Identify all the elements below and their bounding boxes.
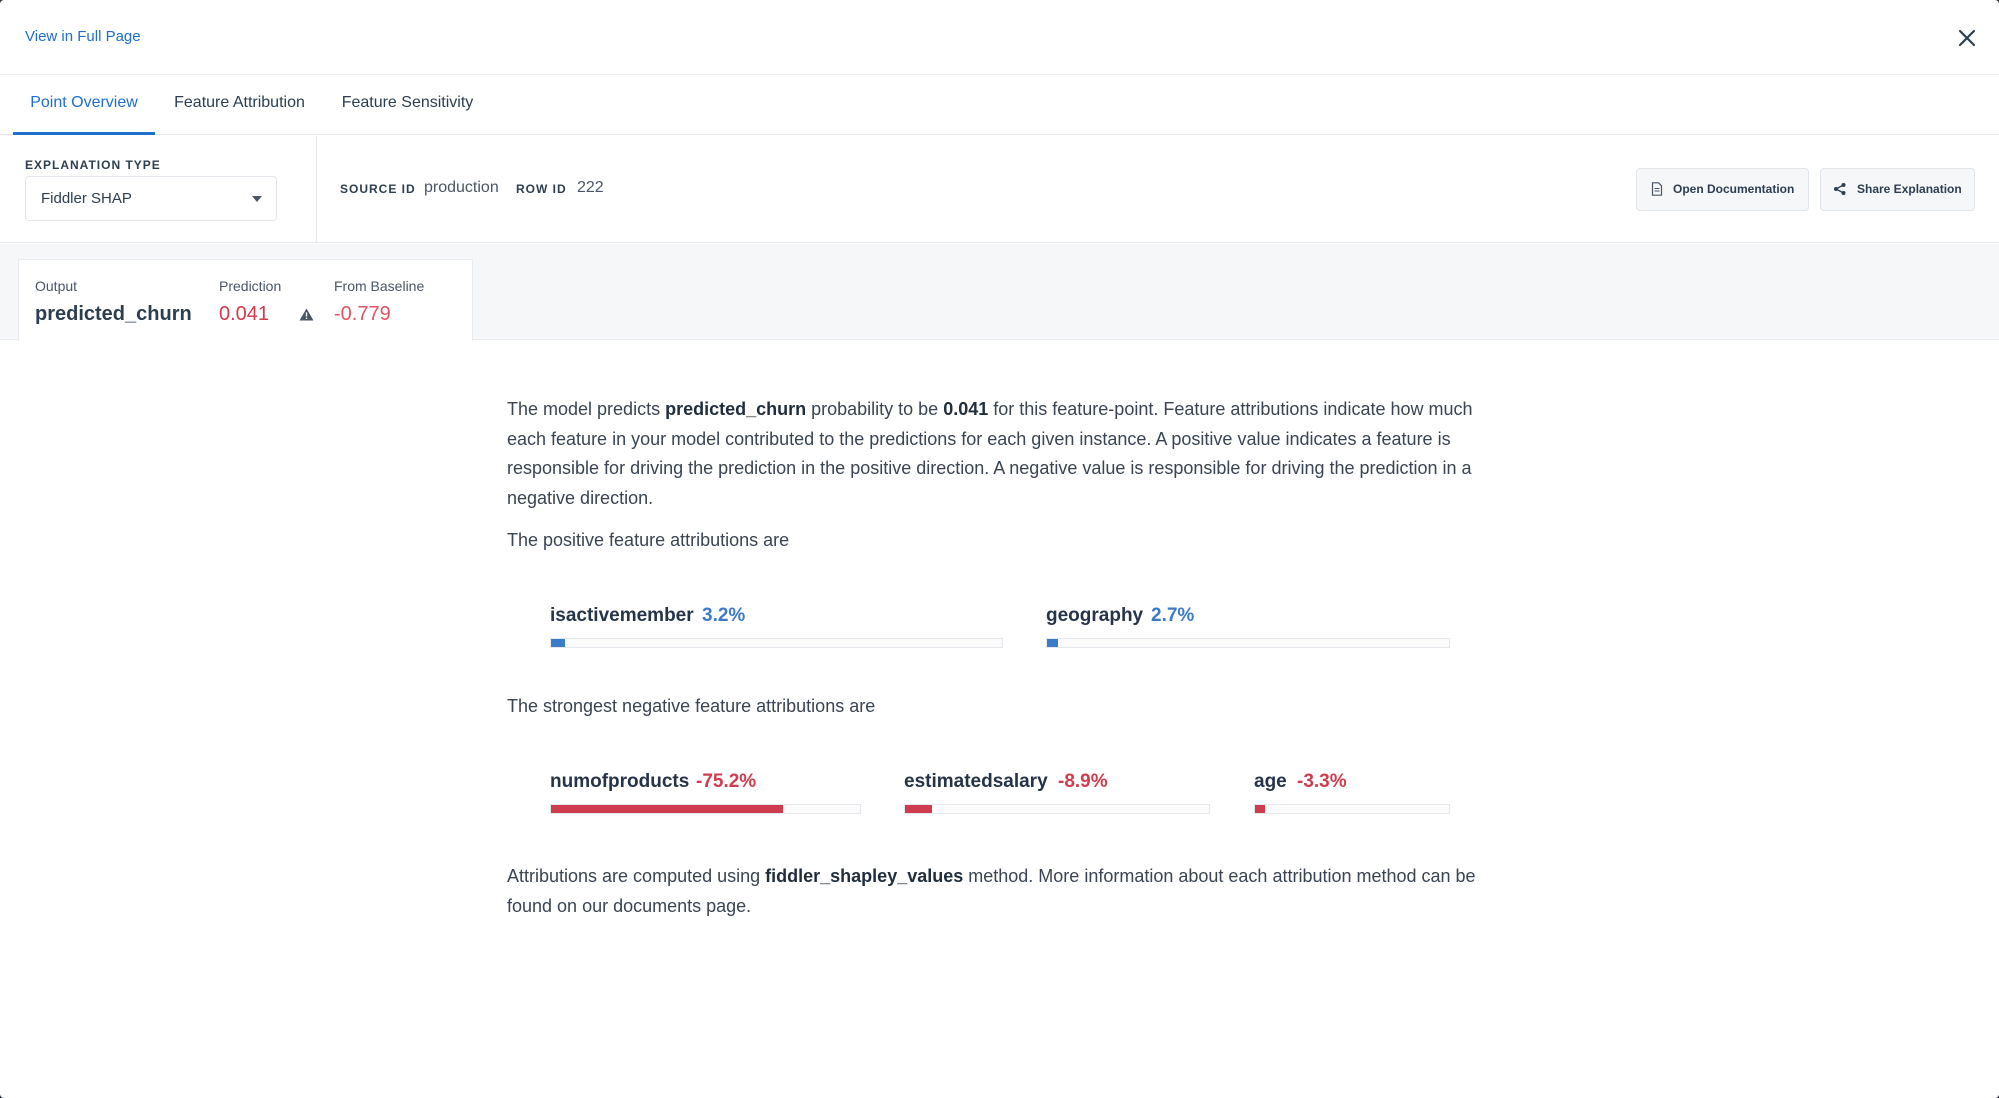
share-explanation-button[interactable]: Share Explanation xyxy=(1820,168,1975,211)
tab-feature-sensitivity[interactable]: Feature Sensitivity xyxy=(330,76,485,135)
footer-prefix: Attributions are computed using xyxy=(507,866,766,886)
prediction-summary-strip: Output predicted_churn Prediction 0.041 … xyxy=(0,244,1999,341)
from-baseline-value: -0.779 xyxy=(334,303,391,325)
output-label: Output xyxy=(35,278,78,294)
intro-mid: probability to be xyxy=(806,399,944,419)
attribution-value: 2.7% xyxy=(1151,605,1195,626)
prediction-summary-card: Output predicted_churn Prediction 0.041 … xyxy=(18,259,473,341)
caret-down-icon xyxy=(252,196,262,202)
close-button[interactable] xyxy=(1955,26,1979,50)
attribution-feature-name: estimatedsalary xyxy=(904,771,1048,792)
prediction-label: Prediction xyxy=(219,278,282,294)
explanation-controls: EXPLANATION TYPE Fiddler SHAP SOURCE ID … xyxy=(0,136,1999,243)
attribution-bar-track xyxy=(550,638,1003,648)
source-id-label: SOURCE ID xyxy=(340,182,416,196)
tab-bar: Point Overview Feature Attribution Featu… xyxy=(0,76,1999,135)
attribution-bar-track xyxy=(1046,638,1450,648)
tab-point-overview[interactable]: Point Overview xyxy=(13,76,155,135)
attribution-bar-track xyxy=(904,804,1210,814)
attribution-method-name: fiddler_shapley_values xyxy=(765,866,964,886)
document-icon xyxy=(1651,182,1663,196)
intro-line-4: negative direction. xyxy=(507,487,654,508)
attribution-feature-name: isactivemember xyxy=(550,605,694,626)
source-id-value: production xyxy=(424,179,499,196)
attribution-bar-track xyxy=(550,804,861,814)
explanation-type-select[interactable]: Fiddler SHAP xyxy=(25,176,277,221)
attribution-bar-track xyxy=(1254,804,1450,814)
intro-line-2: each feature in your model contributed t… xyxy=(507,428,1451,449)
modal-header: View in Full Page xyxy=(0,0,1999,75)
intro-suffix: for this feature-point. Feature attribut… xyxy=(988,399,1473,419)
attribution-value: -75.2% xyxy=(696,771,757,792)
row-id-label: ROW ID xyxy=(516,182,567,196)
tab-feature-attribution[interactable]: Feature Attribution xyxy=(162,76,317,135)
explanation-paragraph: The model predicts predicted_churn proba… xyxy=(507,395,1507,513)
attribution-bar-fill xyxy=(551,639,565,647)
attribution-bar-fill xyxy=(1255,805,1265,813)
open-documentation-button[interactable]: Open Documentation xyxy=(1636,168,1809,211)
share-explanation-label: Share Explanation xyxy=(1857,182,1962,196)
intro-prefix: The model predicts xyxy=(507,399,666,419)
attribution-feature-name: numofproducts xyxy=(550,771,690,792)
attribution-value: -3.3% xyxy=(1297,771,1347,792)
controls-divider xyxy=(316,136,317,243)
view-full-page-link[interactable]: View in Full Page xyxy=(25,28,141,45)
attribution-method-note: Attributions are computed using fiddler_… xyxy=(507,862,1476,921)
from-baseline-label: From Baseline xyxy=(334,278,425,294)
output-value: predicted_churn xyxy=(35,303,192,325)
attribution-bar-fill xyxy=(1047,639,1058,647)
prediction-value: 0.041 xyxy=(219,303,270,325)
explanation-type-value: Fiddler SHAP xyxy=(41,190,132,207)
attribution-value: 3.2% xyxy=(702,605,746,626)
intro-line-3: responsible for driving the prediction i… xyxy=(507,458,1472,478)
positive-attributions-title: The positive feature attributions are xyxy=(507,530,790,550)
negative-attributions-title: The strongest negative feature attributi… xyxy=(507,696,876,716)
close-icon xyxy=(1958,29,1976,47)
footer-line-2: found on our documents page. xyxy=(507,895,752,916)
explanation-modal: View in Full Page Point Overview Feature… xyxy=(0,0,1999,1098)
open-documentation-label: Open Documentation xyxy=(1673,182,1795,196)
attribution-bar-fill xyxy=(551,805,783,813)
attribution-feature-name: age xyxy=(1254,771,1287,792)
attribution-value: -8.9% xyxy=(1058,771,1108,792)
attribution-bar-fill xyxy=(905,805,932,813)
footer-suffix: method. More information about each attr… xyxy=(963,866,1476,886)
row-id-value: 222 xyxy=(577,179,604,196)
intro-value: 0.041 xyxy=(943,399,989,419)
attribution-feature-name: geography xyxy=(1046,605,1144,626)
intro-output: predicted_churn xyxy=(665,399,807,419)
share-icon xyxy=(1834,183,1846,195)
warning-icon[interactable] xyxy=(299,308,314,321)
explanation-type-label: EXPLANATION TYPE xyxy=(25,158,161,172)
